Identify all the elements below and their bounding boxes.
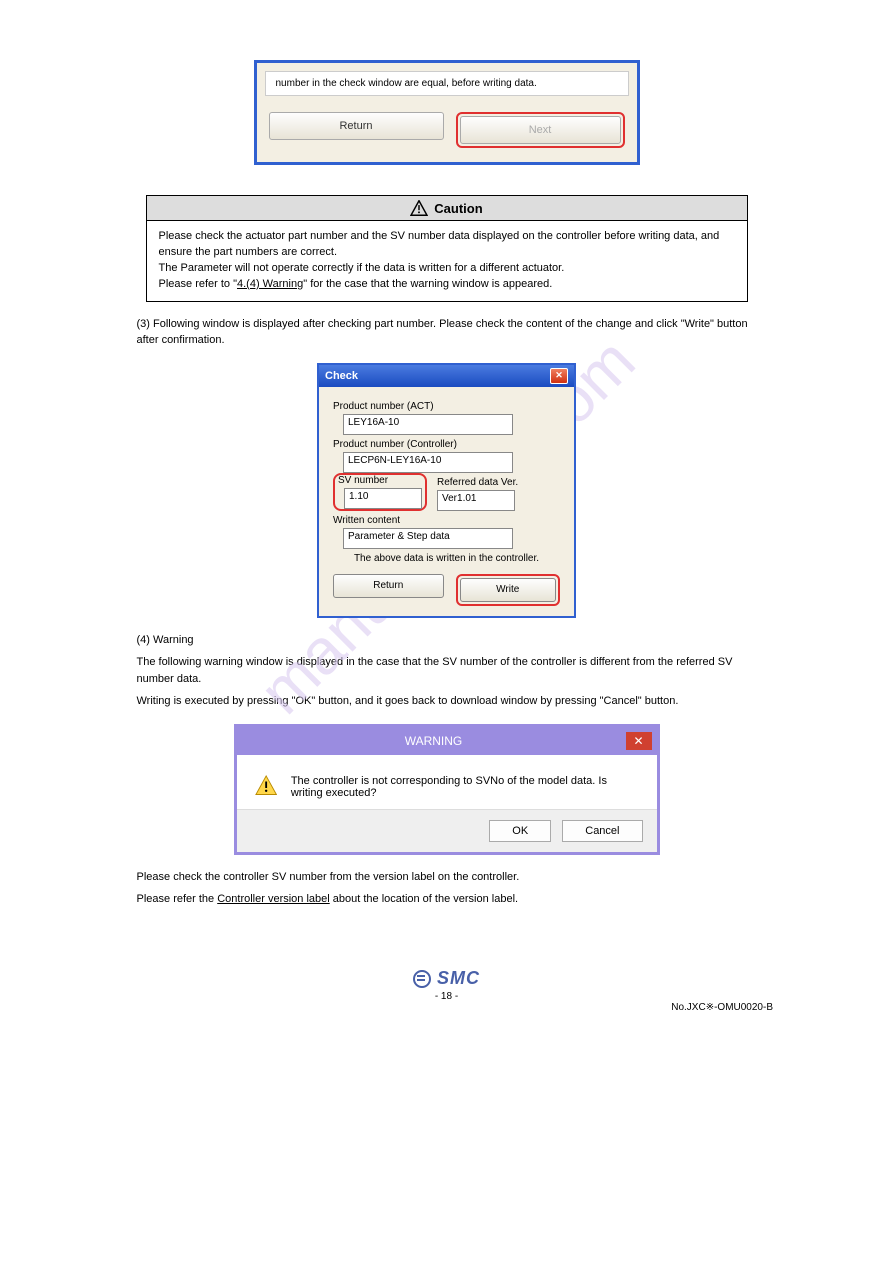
version-label-link[interactable]: Controller version label (217, 893, 330, 905)
check-write-button[interactable]: Write (460, 578, 557, 602)
label-act: Product number (ACT) (333, 401, 560, 412)
paragraph-after-warn2: Please refer the Controller version labe… (137, 891, 757, 908)
warning-title: WARNING (242, 734, 626, 748)
smc-logo: SMC (0, 968, 893, 989)
label-sv: SV number (338, 475, 388, 486)
field-wc: Parameter & Step data (343, 528, 513, 549)
cancel-button[interactable]: Cancel (562, 820, 642, 842)
warning-message: The controller is not corresponding to S… (291, 775, 639, 799)
caution-line1: Please check the actuator part number an… (159, 229, 735, 261)
caution-title: Caution (434, 201, 482, 216)
field-ref: Ver1.01 (437, 490, 515, 511)
doc-number: No.JXC※-OMU0020-B (0, 1002, 893, 1013)
check-titlebar: Check ✕ (319, 365, 574, 387)
check-title: Check (325, 370, 358, 382)
field-sv: 1.10 (344, 488, 422, 509)
caution-line3: Please refer to "4.(4) Warning" for the … (159, 277, 735, 293)
label-ctrl: Product number (Controller) (333, 439, 560, 450)
next-button[interactable]: Next (460, 116, 621, 144)
paragraph-step3: (3) Following window is displayed after … (137, 316, 757, 349)
dialog-text: number in the check window are equal, be… (265, 71, 629, 96)
check-note: The above data is written in the control… (333, 553, 560, 564)
paragraph-step4b: Writing is executed by pressing "OK" but… (137, 693, 757, 710)
page-footer: SMC - 18 - No.JXC※-OMU0020-B (0, 968, 893, 1013)
close-icon[interactable]: ✕ (550, 368, 568, 384)
caution-box: Caution Please check the actuator part n… (146, 195, 748, 302)
warning-triangle-icon (255, 775, 277, 799)
caution-header: Caution (147, 196, 747, 221)
label-wc: Written content (333, 515, 560, 526)
dialog-fragment-top: number in the check window are equal, be… (254, 60, 640, 165)
paragraph-step4-title: (4) Warning (137, 632, 757, 649)
label-ref: Referred data Ver. (437, 477, 518, 488)
caution-line2: The Parameter will not operate correctly… (159, 261, 735, 277)
warning-close-icon[interactable]: ✕ (626, 732, 652, 750)
field-act: LEY16A-10 (343, 414, 513, 435)
page-number: - 18 - (435, 991, 458, 1002)
warning-triangle-icon (410, 200, 428, 216)
warning-dialog: WARNING ✕ The controller is not correspo… (234, 724, 660, 855)
check-return-button[interactable]: Return (333, 574, 444, 598)
caution-link[interactable]: 4.(4) Warning (237, 278, 303, 290)
paragraph-step4a: The following warning window is displaye… (137, 654, 757, 687)
paragraph-after-warn1: Please check the controller SV number fr… (137, 869, 757, 886)
return-button[interactable]: Return (269, 112, 444, 140)
check-dialog: Check ✕ Product number (ACT) LEY16A-10 P… (317, 363, 576, 618)
ok-button[interactable]: OK (489, 820, 551, 842)
field-ctrl: LECP6N-LEY16A-10 (343, 452, 513, 473)
